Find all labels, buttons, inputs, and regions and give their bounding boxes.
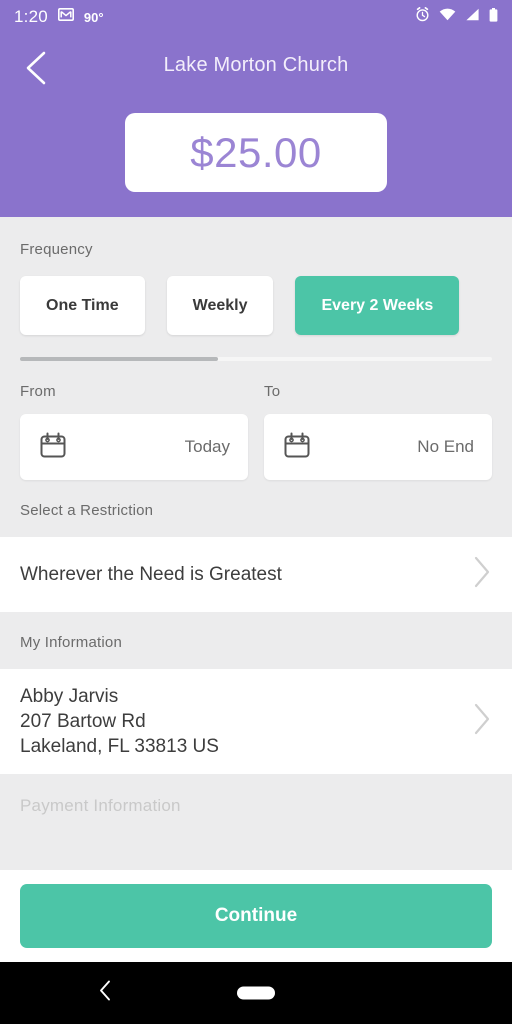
- chevron-right-icon: [460, 702, 492, 741]
- date-to-value: No End: [417, 437, 474, 456]
- donor-street: 207 Bartow Rd: [20, 711, 146, 732]
- status-bar-clock: 1:20: [14, 7, 48, 26]
- date-from-field[interactable]: Today: [20, 414, 248, 480]
- payment-section-label: Payment Information: [20, 796, 181, 815]
- nav-back-icon[interactable]: [97, 980, 113, 1007]
- status-bar: 1:20 90°: [0, 0, 512, 34]
- my-information-row[interactable]: Abby Jarvis 207 Bartow Rd Lakeland, FL 3…: [0, 669, 512, 774]
- frequency-option-one-time[interactable]: One Time: [20, 276, 145, 335]
- frequency-option-label: Every 2 Weeks: [321, 296, 434, 314]
- date-from-value: Today: [184, 437, 230, 456]
- frequency-option-every-2-weeks[interactable]: Every 2 Weeks: [295, 276, 460, 335]
- android-navigation-bar: [0, 962, 512, 1024]
- frequency-options: One Time Weekly Every 2 Weeks: [20, 276, 492, 335]
- donation-amount-field[interactable]: $25.00: [125, 113, 387, 192]
- battery-icon: [489, 7, 498, 27]
- donor-city-state-zip: Lakeland, FL 33813 US: [20, 736, 219, 757]
- frequency-scrollbar-thumb[interactable]: [20, 357, 219, 361]
- date-range-section: From Today To No End: [0, 361, 512, 480]
- nav-home-pill[interactable]: [237, 986, 275, 1000]
- frequency-section: Frequency One Time Weekly Every 2 Weeks: [0, 217, 512, 335]
- donor-address-block: Abby Jarvis 207 Bartow Rd Lakeland, FL 3…: [20, 684, 219, 759]
- mail-icon: [57, 8, 74, 26]
- frequency-scrollbar-track[interactable]: [20, 357, 492, 361]
- frequency-option-weekly[interactable]: Weekly: [166, 276, 274, 335]
- continue-button[interactable]: Continue: [20, 884, 492, 948]
- date-from-label: From: [20, 383, 56, 400]
- status-bar-temperature: 90°: [83, 9, 104, 25]
- date-from-column: From Today: [20, 383, 248, 480]
- my-information-section-label: My Information: [20, 634, 122, 651]
- status-bar-right: [415, 7, 498, 27]
- date-to-label: To: [264, 383, 281, 400]
- status-bar-left: 1:20 90°: [14, 7, 104, 27]
- footer-bar: Continue: [0, 870, 512, 962]
- wifi-icon: [439, 8, 456, 26]
- restriction-section-label: Select a Restriction: [20, 502, 154, 519]
- restriction-section-header: Select a Restriction: [0, 480, 512, 537]
- donor-name: Abby Jarvis: [20, 686, 119, 707]
- restriction-value: Wherever the Need is Greatest: [20, 564, 282, 585]
- page-title: Lake Morton Church: [163, 54, 349, 76]
- donation-amount-value: $25.00: [190, 128, 322, 176]
- calendar-icon: [282, 430, 312, 465]
- chevron-right-icon: [460, 555, 492, 594]
- my-information-section-header: My Information: [0, 612, 512, 669]
- app-root: 1:20 90° Lake Morton Church $25.00 Frequ…: [0, 0, 512, 1024]
- frequency-label: Frequency: [20, 241, 93, 258]
- payment-section-header: Payment Information: [0, 774, 512, 822]
- frequency-option-label: One Time: [46, 296, 119, 314]
- date-to-field[interactable]: No End: [264, 414, 492, 480]
- date-to-column: To No End: [264, 383, 492, 480]
- alarm-icon: [415, 7, 430, 27]
- app-header: Lake Morton Church $25.00: [0, 34, 512, 217]
- frequency-option-label: Weekly: [192, 296, 248, 314]
- restriction-row[interactable]: Wherever the Need is Greatest: [0, 537, 512, 612]
- calendar-icon: [38, 430, 68, 465]
- cell-signal-icon: [465, 8, 480, 26]
